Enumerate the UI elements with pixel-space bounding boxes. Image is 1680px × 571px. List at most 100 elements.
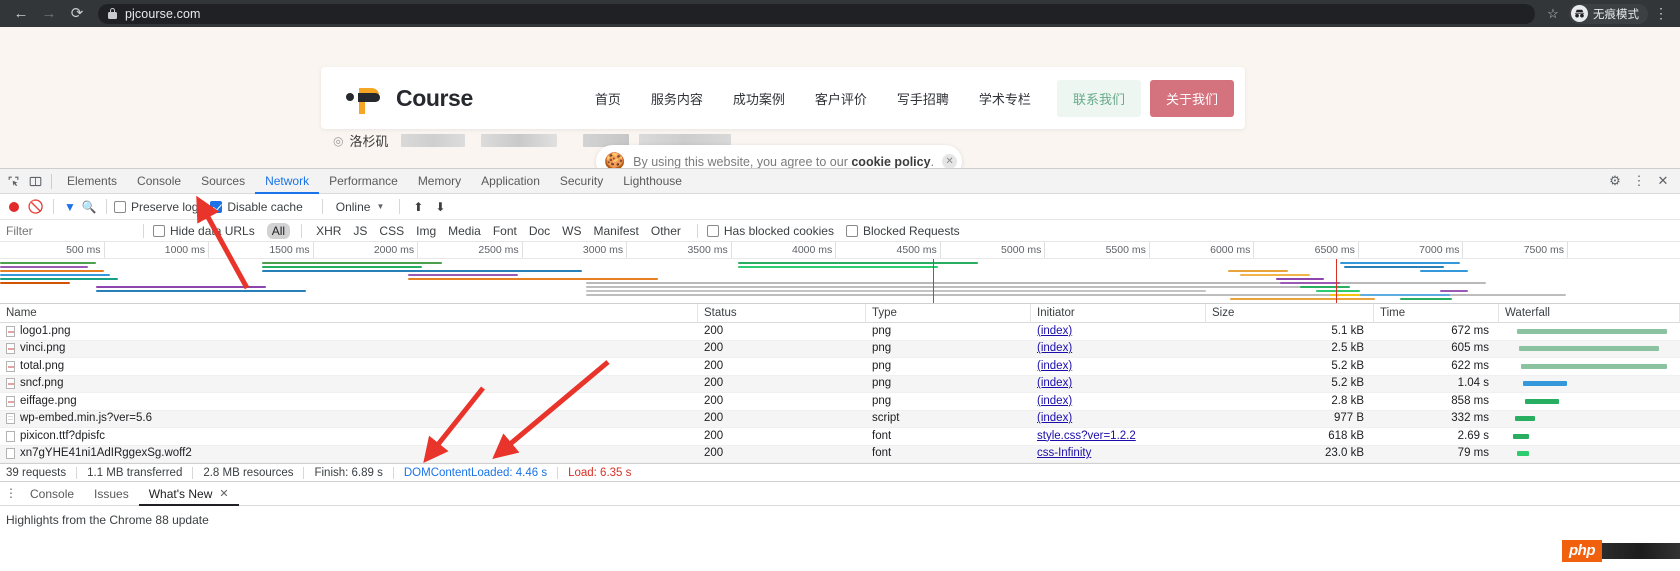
- initiator-link[interactable]: (index): [1037, 395, 1072, 407]
- filter-type-css[interactable]: CSS: [374, 223, 409, 239]
- tab-performance[interactable]: Performance: [319, 169, 408, 194]
- column-header-initiator[interactable]: Initiator: [1031, 304, 1206, 323]
- column-header-type[interactable]: Type: [866, 304, 1031, 323]
- incognito-indicator[interactable]: 无痕模式: [1569, 4, 1648, 24]
- request-name-cell[interactable]: pixicon.ttf?dpisfc: [0, 428, 698, 446]
- address-bar[interactable]: pjcourse.com: [98, 4, 1535, 24]
- table-row[interactable]: xn7gYHE41ni1AdIRggexSg.woff2200fontcss-I…: [0, 446, 1680, 464]
- nav-item-home[interactable]: 首页: [595, 89, 621, 108]
- request-initiator[interactable]: style.css?ver=1.2.2: [1031, 428, 1206, 446]
- table-row[interactable]: pixicon.ttf?dpisfc200fontstyle.css?ver=1…: [0, 428, 1680, 446]
- tab-lighthouse[interactable]: Lighthouse: [613, 169, 692, 194]
- clear-icon[interactable]: 🚫: [26, 199, 46, 215]
- drawer-tab-whats-new[interactable]: What's New ✕: [139, 482, 239, 506]
- contact-us-button[interactable]: 联系我们: [1057, 80, 1141, 117]
- request-initiator[interactable]: css-Infinity: [1031, 445, 1206, 463]
- gear-icon[interactable]: ⚙: [1604, 173, 1626, 189]
- nav-item-cases[interactable]: 成功案例: [733, 89, 785, 108]
- filter-type-other[interactable]: Other: [646, 223, 686, 239]
- nav-item-recruit[interactable]: 写手招聘: [897, 89, 949, 108]
- tab-console[interactable]: Console: [127, 169, 191, 194]
- request-name-cell[interactable]: vinci.png: [0, 340, 698, 358]
- request-name-cell[interactable]: eiffage.png: [0, 393, 698, 411]
- tab-application[interactable]: Application: [471, 169, 550, 194]
- request-initiator[interactable]: (index): [1031, 375, 1206, 393]
- star-icon[interactable]: ☆: [1541, 6, 1565, 22]
- close-icon[interactable]: ✕: [219, 482, 228, 506]
- has-blocked-cookies-checkbox[interactable]: Has blocked cookies: [707, 224, 834, 238]
- request-name-cell[interactable]: logo1.png: [0, 323, 698, 341]
- funnel-icon[interactable]: ▼: [61, 200, 79, 214]
- cookie-policy-link[interactable]: cookie policy: [851, 155, 930, 169]
- tab-elements[interactable]: Elements: [57, 169, 127, 194]
- initiator-link[interactable]: (index): [1037, 377, 1072, 389]
- devtools-close-icon[interactable]: ✕: [1652, 173, 1674, 189]
- preserve-log-checkbox[interactable]: Preserve log: [114, 200, 198, 214]
- filter-type-manifest[interactable]: Manifest: [589, 223, 644, 239]
- column-header-size[interactable]: Size: [1206, 304, 1374, 323]
- tab-security[interactable]: Security: [550, 169, 613, 194]
- search-icon[interactable]: 🔍: [79, 200, 99, 214]
- table-row[interactable]: sncf.png200png(index)5.2 kB1.04 s: [0, 376, 1680, 394]
- request-name-cell[interactable]: sncf.png: [0, 375, 698, 393]
- filter-type-font[interactable]: Font: [488, 223, 522, 239]
- forward-icon[interactable]: →: [36, 3, 62, 25]
- initiator-link[interactable]: (index): [1037, 342, 1072, 354]
- initiator-link[interactable]: (index): [1037, 412, 1072, 424]
- initiator-link[interactable]: css-Infinity: [1037, 447, 1091, 459]
- drawer-tab-console[interactable]: Console: [20, 482, 84, 506]
- request-initiator[interactable]: (index): [1031, 410, 1206, 428]
- column-header-name[interactable]: Name: [0, 304, 698, 323]
- request-initiator[interactable]: (index): [1031, 393, 1206, 411]
- throttle-select[interactable]: Online: [336, 200, 371, 214]
- back-icon[interactable]: ←: [8, 3, 34, 25]
- filter-type-ws[interactable]: WS: [557, 223, 586, 239]
- tab-sources[interactable]: Sources: [191, 169, 255, 194]
- reload-icon[interactable]: ⟳: [64, 3, 90, 25]
- export-har-icon[interactable]: ⬇: [429, 200, 451, 214]
- nav-item-services[interactable]: 服务内容: [651, 89, 703, 108]
- import-har-icon[interactable]: ⬆: [407, 200, 429, 214]
- tab-memory[interactable]: Memory: [408, 169, 471, 194]
- request-initiator[interactable]: (index): [1031, 358, 1206, 376]
- initiator-link[interactable]: (index): [1037, 360, 1072, 372]
- nav-item-reviews[interactable]: 客户评价: [815, 89, 867, 108]
- table-row[interactable]: wp-embed.min.js?ver=5.6200script(index)9…: [0, 411, 1680, 429]
- request-name-cell[interactable]: xn7gYHE41ni1AdIRggexSg.woff2: [0, 445, 698, 463]
- initiator-link[interactable]: style.css?ver=1.2.2: [1037, 430, 1136, 442]
- nav-item-column[interactable]: 学术专栏: [979, 89, 1031, 108]
- filter-type-img[interactable]: Img: [411, 223, 441, 239]
- table-row[interactable]: eiffage.png200png(index)2.8 kB858 ms: [0, 393, 1680, 411]
- column-header-status[interactable]: Status: [698, 304, 866, 323]
- table-row[interactable]: logo1.png200png(index)5.1 kB672 ms: [0, 323, 1680, 341]
- site-logo[interactable]: Course: [345, 83, 473, 113]
- request-name-cell[interactable]: total.png: [0, 358, 698, 376]
- filter-type-media[interactable]: Media: [443, 223, 486, 239]
- inspect-element-icon[interactable]: [2, 170, 24, 192]
- table-row[interactable]: vinci.png200png(index)2.5 kB605 ms: [0, 341, 1680, 359]
- device-toolbar-icon[interactable]: [24, 170, 46, 192]
- hide-data-urls-checkbox[interactable]: Hide data URLs: [153, 224, 255, 238]
- record-button-icon[interactable]: [9, 202, 19, 212]
- filter-type-xhr[interactable]: XHR: [311, 223, 346, 239]
- initiator-link[interactable]: (index): [1037, 325, 1072, 337]
- column-header-time[interactable]: Time: [1374, 304, 1499, 323]
- request-initiator[interactable]: (index): [1031, 323, 1206, 341]
- filter-type-all[interactable]: All: [267, 223, 290, 239]
- column-header-waterfall[interactable]: Waterfall: [1499, 304, 1680, 323]
- drawer-menu-icon[interactable]: ⋮: [2, 488, 20, 499]
- drawer-tab-issues[interactable]: Issues: [84, 482, 139, 506]
- network-overview-timeline[interactable]: 500 ms1000 ms1500 ms2000 ms2500 ms3000 m…: [0, 242, 1680, 304]
- chevron-down-icon[interactable]: ▼: [376, 202, 384, 211]
- table-row[interactable]: total.png200png(index)5.2 kB622 ms: [0, 358, 1680, 376]
- filter-type-js[interactable]: JS: [348, 223, 372, 239]
- close-icon[interactable]: ✕: [942, 154, 957, 168]
- tab-network[interactable]: Network: [255, 169, 319, 194]
- about-us-button[interactable]: 关于我们: [1150, 80, 1234, 117]
- blocked-requests-checkbox[interactable]: Blocked Requests: [846, 224, 960, 238]
- browser-menu-icon[interactable]: ⋮: [1650, 7, 1672, 20]
- request-name-cell[interactable]: wp-embed.min.js?ver=5.6: [0, 410, 698, 428]
- filter-input[interactable]: [4, 224, 134, 238]
- disable-cache-checkbox[interactable]: Disable cache: [210, 200, 302, 214]
- devtools-more-icon[interactable]: ⋮: [1628, 173, 1650, 189]
